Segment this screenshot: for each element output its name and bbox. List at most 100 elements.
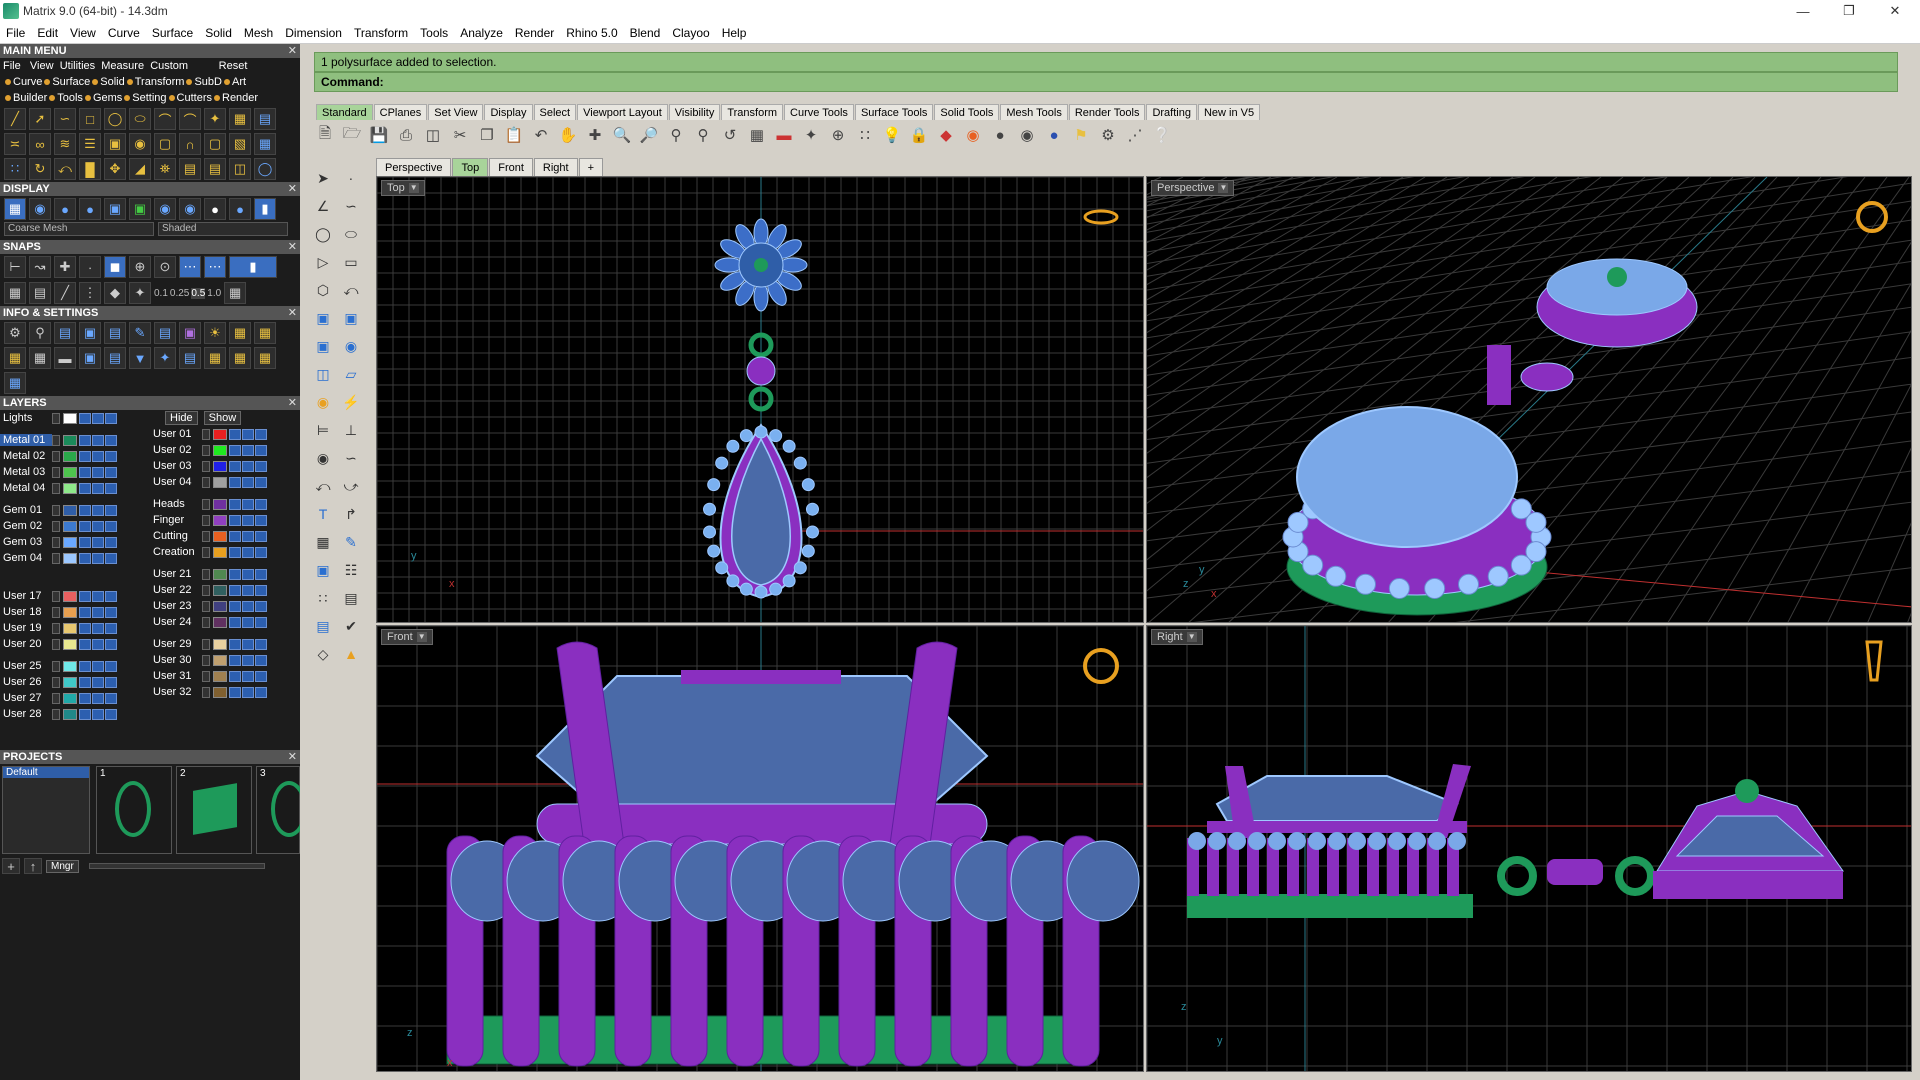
layer-print-icon[interactable]: [255, 600, 267, 612]
layer-visibility-icon[interactable]: [92, 590, 104, 602]
layer-row[interactable]: Lights: [0, 410, 148, 426]
layer-lock-icon[interactable]: [229, 584, 241, 596]
close-icon[interactable]: ✕: [1872, 0, 1918, 22]
layer-print-icon[interactable]: [105, 552, 117, 564]
group-icon[interactable]: ∽: [339, 446, 363, 470]
settings-icon[interactable]: ⚙: [4, 322, 26, 344]
layer-visibility-icon[interactable]: [242, 670, 254, 682]
layer-print-icon[interactable]: [105, 590, 117, 602]
yellow-a-icon[interactable]: ▦: [204, 347, 226, 369]
viewport-top[interactable]: yx Top ▼: [376, 176, 1144, 623]
cut-icon[interactable]: ▤: [104, 347, 126, 369]
layer-expand-icon[interactable]: [202, 584, 210, 596]
boolean-icon[interactable]: ◉: [311, 446, 335, 470]
solid-union-icon[interactable]: ◉: [339, 334, 363, 358]
viewport-tab[interactable]: Top: [452, 158, 489, 176]
layer-color-swatch[interactable]: [63, 590, 77, 602]
circle-outline-icon[interactable]: ◯: [254, 158, 276, 180]
layer-expand-icon[interactable]: [52, 482, 60, 494]
layer-color-swatch[interactable]: [213, 600, 227, 612]
layer-row[interactable]: User 01: [150, 426, 298, 442]
blue-preview-icon[interactable]: ●: [229, 198, 251, 220]
doc-icon[interactable]: ▤: [104, 322, 126, 344]
close-icon[interactable]: ✕: [288, 396, 297, 410]
menu-subd-link[interactable]: SubD: [194, 76, 222, 88]
layer-print-icon[interactable]: [255, 514, 267, 526]
menu-setting-link[interactable]: Setting: [132, 92, 166, 104]
chevron-down-icon[interactable]: ▼: [1186, 632, 1197, 642]
viewport-perspective[interactable]: zyx Perspective ▼: [1146, 176, 1912, 623]
ring-tool-icon[interactable]: ◉: [129, 133, 151, 155]
planar-icon[interactable]: ╱: [54, 282, 76, 304]
menu-transform-link[interactable]: Transform: [135, 76, 185, 88]
viewport-right-label[interactable]: Right ▼: [1151, 629, 1203, 645]
menu-view[interactable]: View: [64, 26, 102, 40]
layer-print-icon[interactable]: [255, 460, 267, 472]
menu-curve[interactable]: Curve: [102, 26, 146, 40]
layer-color-swatch[interactable]: [63, 622, 77, 634]
layer-row[interactable]: Gem 03: [0, 534, 148, 550]
menu-surface[interactable]: Surface: [146, 26, 199, 40]
layer-lock-icon[interactable]: [79, 536, 91, 548]
layer-color-swatch[interactable]: [213, 444, 227, 456]
snap-value-3[interactable]: 0.5: [191, 287, 206, 299]
layer-print-icon[interactable]: [105, 660, 117, 672]
loft-tool-icon[interactable]: ☰: [79, 133, 101, 155]
menu-tools-link[interactable]: Tools: [57, 92, 83, 104]
helix-tool-icon[interactable]: ≍: [4, 133, 26, 155]
gear-icon[interactable]: ⚙: [1097, 124, 1119, 146]
text-icon[interactable]: T: [311, 502, 335, 526]
layer-print-icon[interactable]: [255, 530, 267, 542]
layer-color-swatch[interactable]: [213, 460, 227, 472]
snap-quad-icon[interactable]: ⋯: [204, 256, 226, 278]
layer-print-icon[interactable]: [105, 638, 117, 650]
menu-builder-link[interactable]: Builder: [13, 92, 47, 104]
move-tool-icon[interactable]: ✥: [104, 158, 126, 180]
layer-expand-icon[interactable]: [202, 460, 210, 472]
layer-expand-icon[interactable]: [52, 450, 60, 462]
menu-clayoo[interactable]: Clayoo: [666, 26, 715, 40]
layer-row[interactable]: Creation: [150, 544, 298, 560]
layer-color-swatch[interactable]: [213, 686, 227, 698]
circle-tool-icon[interactable]: ◯: [104, 108, 126, 130]
layer-visibility-icon[interactable]: [92, 552, 104, 564]
menu-view-link[interactable]: View: [30, 60, 54, 72]
panels-icon[interactable]: ▦: [29, 347, 51, 369]
layer-expand-icon[interactable]: [202, 568, 210, 580]
layer-row[interactable]: Heads: [150, 496, 298, 512]
layer-visibility-icon[interactable]: [242, 584, 254, 596]
toolbar-tab[interactable]: Standard: [316, 104, 373, 120]
layer-lock-icon[interactable]: [79, 606, 91, 618]
lights-icon[interactable]: ☀: [204, 322, 226, 344]
mesh-select[interactable]: Coarse Mesh: [4, 222, 154, 236]
points-on-icon[interactable]: ∷: [854, 124, 876, 146]
undo-view-icon[interactable]: ↺: [719, 124, 741, 146]
layer-expand-icon[interactable]: [202, 444, 210, 456]
zoom-extents-icon[interactable]: ⚲: [665, 124, 687, 146]
filter-funnel-icon[interactable]: ▼: [129, 347, 151, 369]
layer-row[interactable]: User 21: [150, 566, 298, 582]
layer-lock-icon[interactable]: [79, 466, 91, 478]
rendered-mode-icon[interactable]: ●: [79, 198, 101, 220]
snap-arrow-icon[interactable]: ↱: [339, 502, 363, 526]
layer-row[interactable]: User 19: [0, 620, 148, 636]
layer-expand-icon[interactable]: [202, 498, 210, 510]
layer-print-icon[interactable]: [255, 686, 267, 698]
arc2-tool-icon[interactable]: ⌒: [179, 108, 201, 130]
bars-tool-icon[interactable]: █: [79, 158, 101, 180]
box-icon[interactable]: ▣: [311, 334, 335, 358]
layer-lock-icon[interactable]: [79, 708, 91, 720]
layer-color-swatch[interactable]: [63, 552, 77, 564]
snap-mid-icon[interactable]: ∙: [79, 256, 101, 278]
fillet-tool-icon[interactable]: ⤺: [54, 158, 76, 180]
mode-toggle-icon[interactable]: ▮: [254, 198, 276, 220]
layer-visibility-icon[interactable]: [92, 660, 104, 672]
layer-row[interactable]: Metal 04: [0, 480, 148, 496]
ortho-icon[interactable]: ▤: [29, 282, 51, 304]
layer-color-icon[interactable]: ◆: [935, 124, 957, 146]
fillet-icon[interactable]: ⤺: [339, 278, 363, 302]
sphere-grey-icon[interactable]: ●: [989, 124, 1011, 146]
layer-print-icon[interactable]: [105, 622, 117, 634]
layers-icon[interactable]: ▤: [54, 322, 76, 344]
project-thumb-3[interactable]: 3: [256, 766, 300, 854]
